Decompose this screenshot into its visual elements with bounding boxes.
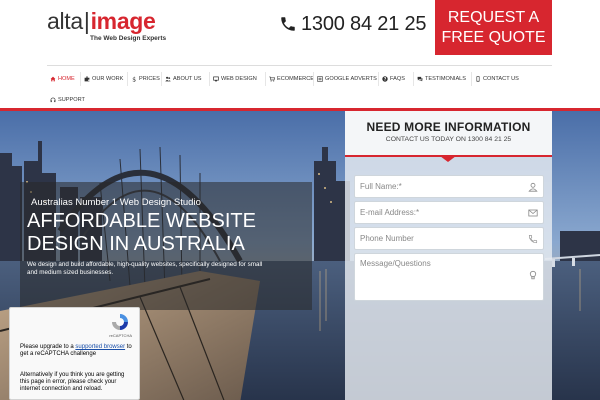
recaptcha-logo-icon <box>112 314 128 330</box>
mobile-icon <box>476 76 480 82</box>
phone-field-icon <box>528 234 538 244</box>
list-icon <box>317 76 323 82</box>
nav-item-testimonials[interactable]: TESTIMONIALS <box>414 70 469 88</box>
phone-placeholder: Phone Number <box>360 234 414 243</box>
nav-label: CONTACT US <box>483 76 519 82</box>
monitor-icon <box>213 76 219 82</box>
nav-item-faqs[interactable]: ? FAQS <box>379 70 408 88</box>
form-subtitle: CONTACT US TODAY ON 1300 84 21 25 <box>385 136 512 143</box>
phone-number: 1300 84 21 25 <box>301 12 427 35</box>
comments-icon <box>417 76 423 82</box>
message-textarea[interactable]: Message/Questions <box>354 253 544 301</box>
nav-item-google-adverts[interactable]: GOOGLE ADVERTS <box>314 70 380 88</box>
logo-tagline: The Web Design Experts <box>90 35 167 42</box>
email-placeholder: E-mail Address:* <box>360 208 420 217</box>
logo-wordmark: alta|image <box>47 9 166 33</box>
nav-label: ECOMMERCE <box>277 76 314 82</box>
recaptcha-label: reCAPTCHA <box>109 333 132 338</box>
nav-item-support[interactable]: SUPPORT <box>47 91 88 109</box>
nav-label: SUPPORT <box>58 97 85 103</box>
hero-title: AFFORDABLE WEBSITE DESIGN IN AUSTRALIA <box>27 210 256 255</box>
puzzle-icon <box>84 76 90 82</box>
dollar-icon: $ <box>132 76 136 82</box>
nav-item-prices[interactable]: $ PRICES <box>128 70 163 88</box>
supported-browser-link[interactable]: supported browser <box>75 344 125 350</box>
logo-separator: | <box>83 8 90 34</box>
message-placeholder: Message/Questions <box>360 259 431 268</box>
quote-button-line1: REQUEST A <box>447 9 540 26</box>
hero-description: We design and build affordable, high-qua… <box>27 261 263 276</box>
quote-button-line2: FREE QUOTE <box>441 29 546 46</box>
header-phone[interactable]: 1300 84 21 25 <box>279 12 427 36</box>
recaptcha-alt-message: Alternatively if you think you are getti… <box>20 372 125 392</box>
nav-item-web-design[interactable]: WEB DESIGN <box>210 70 260 88</box>
user-icon <box>528 182 538 192</box>
hero-subtitle: Australias Number 1 Web Design Studio <box>31 197 201 208</box>
email-input[interactable]: E-mail Address:* <box>354 201 544 224</box>
home-icon <box>50 76 56 82</box>
main-nav: HOME OUR WORK $ PRICES ABOUT US WEB DESI… <box>47 69 552 109</box>
svg-text:$: $ <box>132 76 136 82</box>
nav-item-our-work[interactable]: OUR WORK <box>81 70 126 88</box>
nav-label: OUR WORK <box>92 76 124 82</box>
nav-item-ecommerce[interactable]: ECOMMERCE <box>266 70 317 88</box>
phone-input[interactable]: Phone Number <box>354 227 544 250</box>
nav-label: FAQS <box>390 76 405 82</box>
headset-icon <box>50 97 56 103</box>
request-quote-button[interactable]: REQUEST A FREE QUOTE <box>435 0 552 55</box>
site-header: alta|image The Web Design Experts 1300 8… <box>0 0 600 62</box>
question-icon: ? <box>382 76 388 82</box>
nav-label: TESTIMONIALS <box>425 76 467 82</box>
recaptcha-text-before: Please upgrade to a <box>20 344 74 350</box>
nav-top-divider <box>47 65 552 66</box>
nav-label: HOME <box>58 76 75 82</box>
form-header: NEED MORE INFORMATION CONTACT US TODAY O… <box>345 111 552 156</box>
nav-item-contact-us[interactable]: CONTACT US <box>472 70 522 88</box>
nav-label: PRICES <box>139 76 160 82</box>
nav-label: WEB DESIGN <box>221 76 257 82</box>
phone-icon <box>281 17 295 31</box>
users-icon <box>165 76 171 82</box>
contact-form-panel: NEED MORE INFORMATION CONTACT US TODAY O… <box>345 111 552 400</box>
form-header-arrow <box>440 156 456 162</box>
nav-label: GOOGLE ADVERTS <box>325 76 377 82</box>
nav-label: ABOUT US <box>173 76 202 82</box>
nav-item-home[interactable]: HOME <box>47 70 78 88</box>
logo-text-left: alta <box>47 8 83 34</box>
full-name-input[interactable]: Full Name:* <box>354 175 544 198</box>
full-name-placeholder: Full Name:* <box>360 182 402 191</box>
recaptcha-message: Please upgrade to a supported browser to… <box>20 344 134 358</box>
envelope-icon <box>528 209 538 217</box>
form-title: NEED MORE INFORMATION <box>366 120 531 134</box>
lightbulb-icon <box>529 270 537 280</box>
cart-icon <box>269 76 275 82</box>
nav-item-about-us[interactable]: ABOUT US <box>162 70 205 88</box>
logo[interactable]: alta|image The Web Design Experts <box>47 9 166 42</box>
logo-text-right: image <box>90 8 156 34</box>
recaptcha-widget[interactable]: reCAPTCHA Please upgrade to a supported … <box>9 307 140 400</box>
